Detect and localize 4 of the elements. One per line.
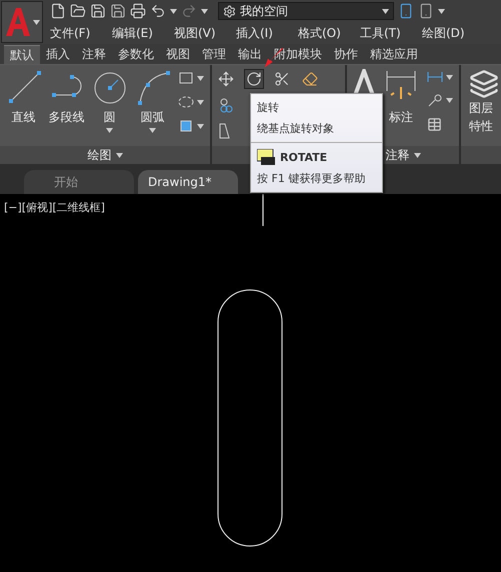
tooltip-description: 绕基点旋转对象 [257,121,335,136]
help-hint: 按 F1 键获得更多帮助 [257,171,366,186]
command-name: ROTATE [280,150,328,164]
tooltip-title: 旋转 [257,100,280,115]
